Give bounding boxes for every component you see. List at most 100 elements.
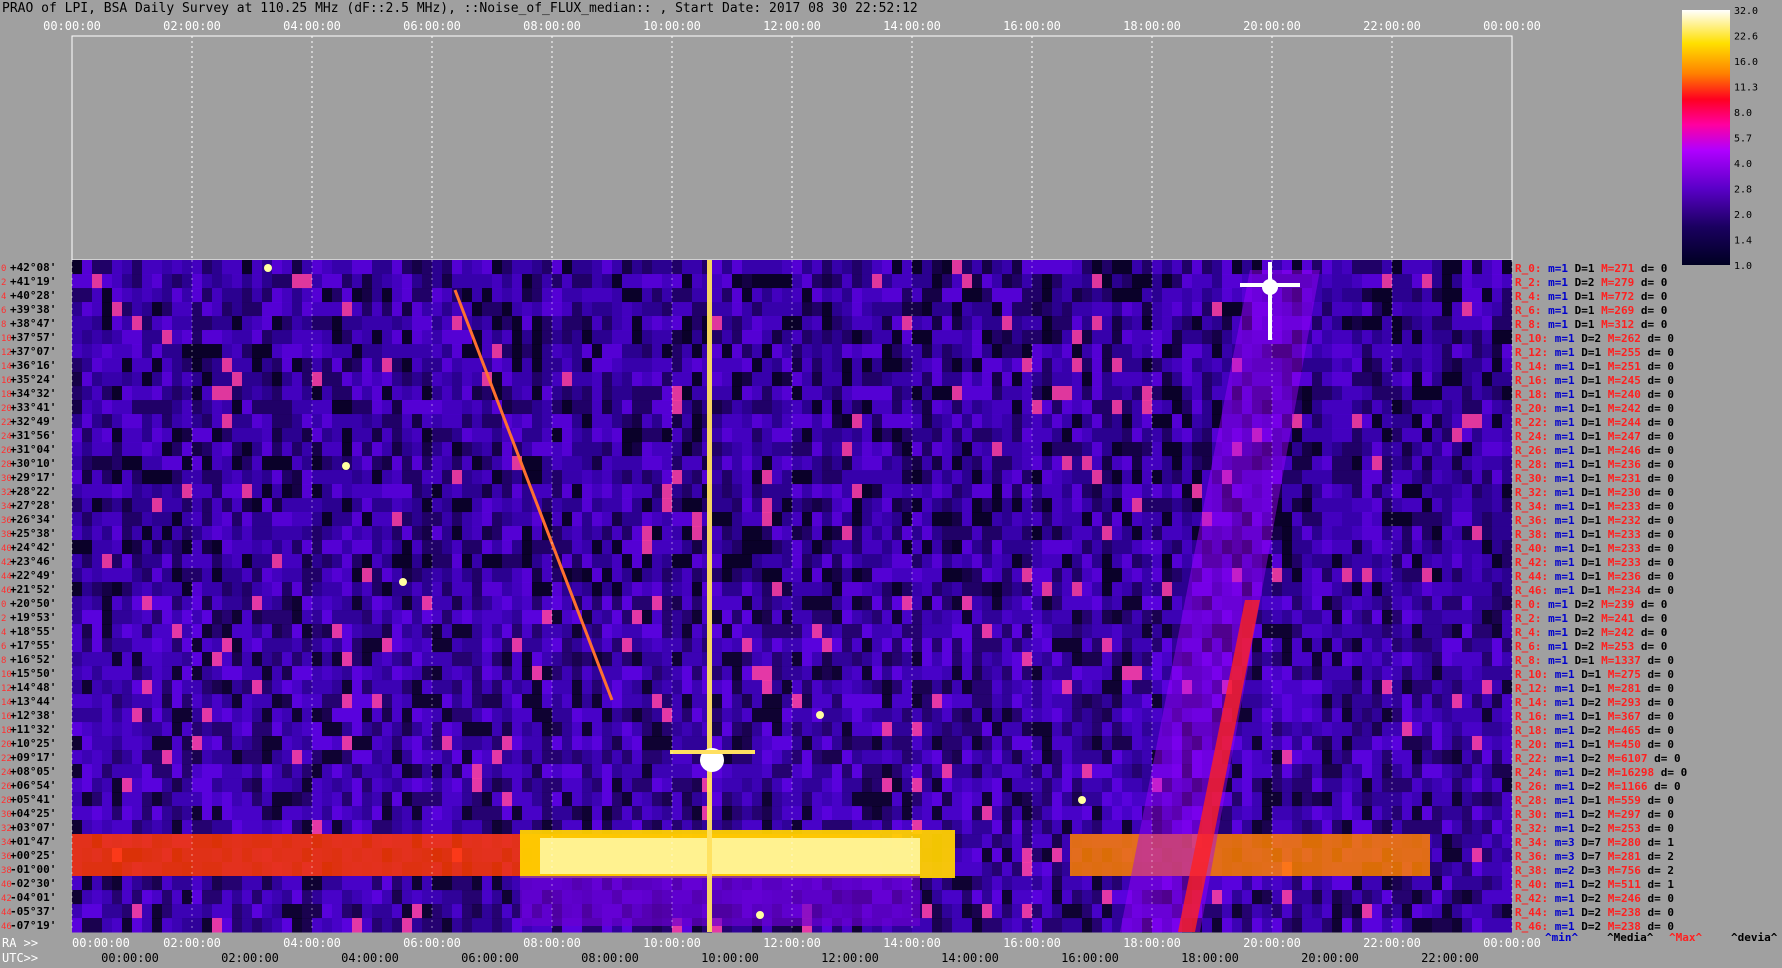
- heatmap-cell: [1372, 414, 1382, 429]
- heatmap-cell: [992, 470, 1002, 485]
- heatmap-cell: [1412, 372, 1422, 387]
- heatmap-cell: [1502, 638, 1512, 653]
- heatmap-cell: [312, 316, 322, 331]
- heatmap-cell: [1382, 274, 1392, 289]
- heatmap-cell: [932, 372, 942, 387]
- heatmap-cell: [1392, 498, 1402, 513]
- heatmap-cell: [642, 358, 652, 373]
- heatmap-cell: [1412, 568, 1422, 583]
- heatmap-cell: [252, 414, 262, 429]
- heatmap-cell: [382, 330, 392, 345]
- heatmap-cell: [782, 428, 792, 443]
- heatmap-cell: [592, 302, 602, 317]
- heatmap-cell: [392, 498, 402, 513]
- heatmap-cell: [402, 400, 412, 415]
- heatmap-cell: [682, 456, 692, 471]
- heatmap-cell: [1092, 428, 1102, 443]
- heatmap-cell: [1372, 582, 1382, 597]
- heatmap-cell: [642, 638, 652, 653]
- heatmap-cell: [962, 442, 972, 457]
- heatmap-cell: [222, 540, 232, 555]
- heatmap-cell: [972, 470, 982, 485]
- heatmap-cell: [202, 386, 212, 401]
- heatmap-cell: [1422, 540, 1432, 555]
- heatmap-cell: [682, 260, 692, 275]
- heatmap-cell: [602, 372, 612, 387]
- heatmap-cell: [222, 638, 232, 653]
- heatmap-cell: [422, 414, 432, 429]
- heatmap-cell: [892, 260, 902, 275]
- heatmap-cell: [422, 316, 432, 331]
- heatmap-cell: [562, 624, 572, 639]
- heatmap-cell: [1062, 512, 1072, 527]
- heatmap-cell: [202, 666, 212, 681]
- heatmap-cell: [1322, 358, 1332, 373]
- heatmap-cell: [1272, 722, 1282, 737]
- heatmap-cell: [812, 386, 822, 401]
- heatmap-cell: [212, 456, 222, 471]
- heatmap-cell: [1042, 652, 1052, 667]
- heatmap-cell: [112, 442, 122, 457]
- heatmap-cell: [582, 260, 592, 275]
- heatmap-cell: [872, 638, 882, 653]
- heatmap-cell: [922, 722, 932, 737]
- heatmap-cell: [342, 414, 352, 429]
- heatmap-cell: [212, 568, 222, 583]
- heatmap-cell: [822, 344, 832, 359]
- heatmap-cell: [162, 400, 172, 415]
- heatmap-cell: [892, 526, 902, 541]
- heatmap-cell: [482, 722, 492, 737]
- heatmap-cell: [1452, 358, 1462, 373]
- heatmap-cell: [122, 428, 132, 443]
- heatmap-cell: [1142, 456, 1152, 471]
- heatmap-cell: [162, 428, 172, 443]
- heatmap-cell: [592, 330, 602, 345]
- heatmap-cell: [1432, 470, 1442, 485]
- heatmap-cell: [1152, 274, 1162, 289]
- heatmap-cell: [1422, 666, 1432, 681]
- heatmap-cell: [1022, 694, 1032, 709]
- heatmap-cell: [962, 624, 972, 639]
- heatmap-cell: [1372, 400, 1382, 415]
- heatmap-cell: [1022, 274, 1032, 289]
- heatmap-cell: [1112, 624, 1122, 639]
- heatmap-cell: [252, 624, 262, 639]
- heatmap-cell: [242, 540, 252, 555]
- heatmap-cell: [332, 540, 342, 555]
- heatmap-cell: [602, 652, 612, 667]
- heatmap-cell: [1062, 624, 1072, 639]
- heatmap-cell: [1452, 470, 1462, 485]
- heatmap-cell: [562, 470, 572, 485]
- heatmap-cell: [302, 610, 312, 625]
- heatmap-cell: [1432, 624, 1442, 639]
- heatmap-cell: [1472, 414, 1482, 429]
- heatmap-cell: [472, 638, 482, 653]
- heatmap-cell: [1132, 694, 1142, 709]
- heatmap-cell: [732, 582, 742, 597]
- heatmap-cell: [822, 260, 832, 275]
- heatmap-cell: [232, 694, 242, 709]
- heatmap-cell: [402, 708, 412, 723]
- heatmap-cell: [1222, 344, 1232, 359]
- heatmap-cell: [1472, 666, 1482, 681]
- heatmap-cell: [142, 596, 152, 611]
- heatmap-cell: [142, 722, 152, 737]
- heatmap-cell: [1482, 512, 1492, 527]
- heatmap-cell: [612, 596, 622, 611]
- heatmap-cell: [872, 344, 882, 359]
- heatmap-cell: [642, 540, 652, 555]
- heatmap-cell: [1112, 512, 1122, 527]
- heatmap-cell: [372, 302, 382, 317]
- heatmap-cell: [682, 344, 692, 359]
- heatmap-cell: [812, 316, 822, 331]
- heatmap-cell: [1382, 302, 1392, 317]
- heatmap-cell: [1462, 470, 1472, 485]
- heatmap-cell: [1492, 456, 1502, 471]
- heatmap-cell: [472, 512, 482, 527]
- heatmap-cell: [1312, 484, 1322, 499]
- heatmap-cell: [552, 386, 562, 401]
- heatmap-cell: [662, 414, 672, 429]
- heatmap-cell: [162, 610, 172, 625]
- heatmap-cell: [742, 624, 752, 639]
- heatmap-cell: [262, 288, 272, 303]
